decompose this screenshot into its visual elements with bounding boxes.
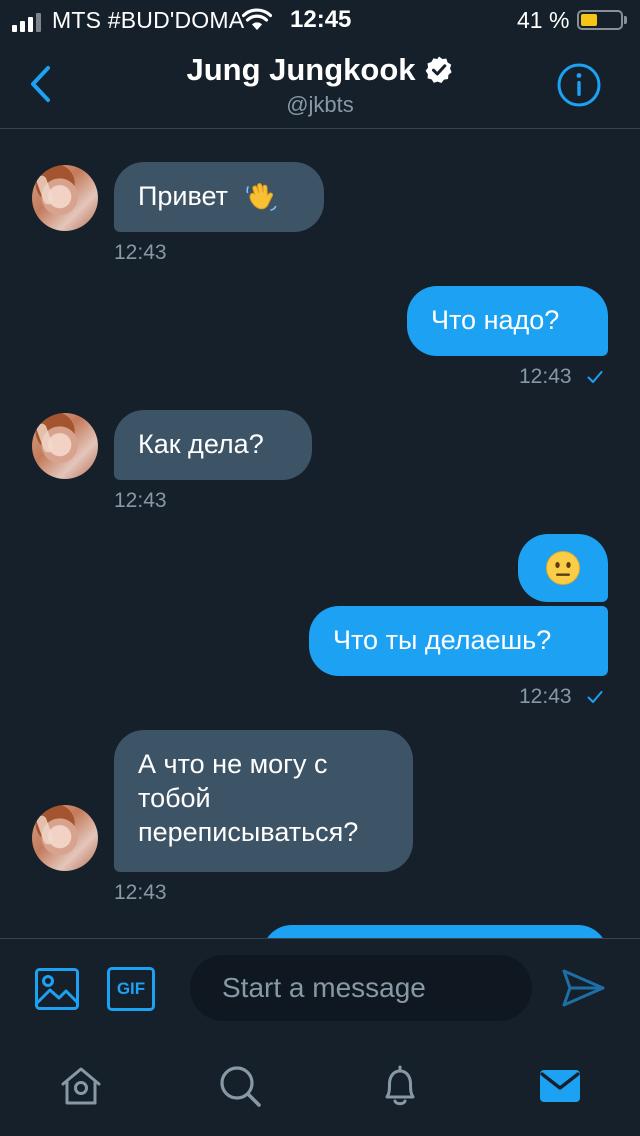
message-thread[interactable]: Привет 12:43 Что надо? 12:43 Как дела? 1… bbox=[0, 129, 640, 938]
carrier-name: MTS #BUD'DOMA bbox=[52, 7, 245, 33]
message-bubble-outgoing-partial[interactable] bbox=[262, 925, 608, 938]
wifi-icon bbox=[242, 8, 272, 30]
home-tab-icon[interactable] bbox=[57, 1062, 105, 1110]
message-bubble-outgoing-emoji[interactable] bbox=[518, 534, 608, 602]
avatar[interactable] bbox=[32, 805, 98, 871]
sent-check-icon bbox=[587, 691, 603, 704]
message-bubble-incoming[interactable]: А что не могу с тобой переписываться? bbox=[114, 730, 413, 872]
battery-percentage: 41 % bbox=[517, 7, 570, 33]
message-timestamp: 12:43 bbox=[114, 881, 167, 904]
waving-hand-icon bbox=[245, 182, 276, 211]
search-tab-icon[interactable] bbox=[216, 1062, 264, 1110]
message-bubble-incoming[interactable]: Привет bbox=[114, 162, 324, 232]
message-input[interactable] bbox=[190, 955, 532, 1021]
contact-handle: @jkbts bbox=[286, 92, 354, 117]
message-timestamp: 12:43 bbox=[519, 365, 572, 388]
message-text-line: переписываться? bbox=[138, 817, 359, 847]
conversation-title[interactable]: Jung Jungkook @jkbts bbox=[0, 52, 640, 118]
gif-button[interactable]: GIF bbox=[107, 967, 155, 1011]
signal-icon bbox=[12, 13, 41, 32]
avatar[interactable] bbox=[32, 413, 98, 479]
message-bubble-incoming[interactable]: Как дела? bbox=[114, 410, 312, 480]
message-text: Что ты делаешь? bbox=[333, 625, 552, 655]
verified-badge-icon bbox=[425, 56, 452, 83]
notifications-tab-icon[interactable] bbox=[376, 1062, 424, 1110]
message-timestamp: 12:43 bbox=[114, 489, 167, 512]
conversation-header: Jung Jungkook @jkbts bbox=[0, 40, 640, 129]
message-timestamp-row: 12:43 bbox=[519, 685, 603, 709]
message-text-line: тобой bbox=[138, 783, 211, 813]
bottom-tab-bar bbox=[0, 1038, 640, 1136]
battery-level bbox=[581, 14, 597, 26]
message-bubble-outgoing[interactable]: Что надо? bbox=[407, 286, 608, 356]
message-timestamp: 12:43 bbox=[114, 241, 167, 264]
contact-name: Jung Jungkook bbox=[186, 52, 416, 87]
battery-tip bbox=[624, 16, 627, 24]
message-bubble-outgoing[interactable]: Что ты делаешь? bbox=[309, 606, 608, 676]
send-icon[interactable] bbox=[560, 965, 606, 1011]
message-text: Привет bbox=[138, 181, 229, 211]
info-button[interactable] bbox=[556, 62, 602, 108]
neutral-face-icon bbox=[546, 551, 580, 585]
message-timestamp-row: 12:43 bbox=[519, 365, 603, 389]
messages-tab-icon[interactable] bbox=[536, 1062, 584, 1110]
image-upload-button[interactable] bbox=[34, 967, 80, 1011]
message-text-line: А что не могу с bbox=[138, 749, 328, 779]
sent-check-icon bbox=[587, 371, 603, 384]
message-composer: GIF bbox=[0, 938, 640, 1039]
avatar[interactable] bbox=[32, 165, 98, 231]
message-timestamp: 12:43 bbox=[519, 685, 572, 708]
message-text: Как дела? bbox=[138, 429, 264, 459]
clock: 12:45 bbox=[290, 6, 352, 33]
battery-icon bbox=[577, 10, 623, 30]
message-text: Что надо? bbox=[431, 305, 560, 335]
status-bar: MTS #BUD'DOMA 12:45 41 % bbox=[0, 0, 640, 40]
